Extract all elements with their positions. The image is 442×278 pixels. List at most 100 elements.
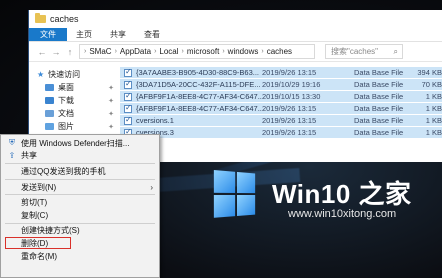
chevron-right-icon: › (154, 48, 157, 55)
nav-item-desktop[interactable]: 桌面 ✦ (29, 81, 120, 94)
documents-folder-icon (45, 110, 54, 117)
file-row[interactable]: cversions.1 2019/9/26 13:15 Data Base Fi… (120, 115, 442, 126)
tab-home[interactable]: 主页 (67, 28, 101, 41)
breadcrumb-microsoft[interactable]: microsoft (187, 47, 219, 56)
menu-item-send-to-phone[interactable]: 通过QQ发送到我的手机 (1, 165, 159, 178)
file-size: 1 KB (425, 104, 442, 113)
up-arrow-icon[interactable]: ↑ (65, 47, 75, 57)
back-arrow-icon[interactable]: ← (37, 47, 47, 57)
pin-icon: ✦ (108, 110, 114, 118)
brand-name: Win10 之家 (272, 179, 412, 209)
pin-icon: ✦ (108, 84, 114, 92)
menu-item-cut[interactable]: 剪切(T) (1, 196, 159, 209)
menu-item-send-to[interactable]: 发送到(N) › (1, 181, 159, 194)
breadcrumb-windows[interactable]: windows (228, 47, 259, 56)
menu-item-delete[interactable]: 删除(D) (1, 237, 159, 250)
menu-item-defender-scan[interactable]: ⛨ 使用 Windows Defender扫描... (1, 137, 159, 150)
menu-item-copy[interactable]: 复制(C) (1, 209, 159, 222)
nav-item-label: 下载 (58, 96, 74, 105)
file-size: 1 KB (425, 128, 442, 137)
checkbox[interactable] (124, 67, 132, 77)
search-input[interactable]: 搜索"caches" ⌕ (325, 44, 403, 59)
file-name: {3A7AABE3-B905-4D30-88C9-B63... (136, 68, 259, 77)
file-row[interactable]: {AFBF9F1A-8EE8-4C77-AF34-C647... 2019/10… (120, 91, 442, 102)
menu-item-rename[interactable]: 重命名(M) (1, 250, 159, 263)
checkbox[interactable] (124, 79, 132, 89)
breadcrumb-smac[interactable]: SMaC (89, 47, 111, 56)
file-size: 394 KB (417, 68, 442, 77)
file-size: 70 KB (421, 80, 442, 89)
menu-item-label: 剪切(T) (21, 198, 48, 208)
window-title: caches (50, 14, 79, 24)
file-row[interactable]: {3A7AABE3-B905-4D30-88C9-B63... 2019/9/2… (120, 67, 442, 78)
nav-item-quick-access[interactable]: ★ 快速访问 (29, 68, 120, 81)
menu-item-label: 共享 (21, 151, 37, 161)
forward-arrow-icon[interactable]: → (51, 47, 61, 57)
search-placeholder: 搜索"caches" (331, 47, 379, 56)
windows-logo-icon (213, 170, 257, 220)
pin-icon: ✦ (108, 123, 114, 131)
breadcrumb-caches[interactable]: caches (267, 47, 292, 56)
nav-item-pictures[interactable]: 图片 ✦ (29, 120, 120, 133)
file-date: 2019/9/26 13:15 (262, 128, 317, 137)
nav-item-label: 文档 (58, 109, 74, 118)
file-size: 1 KB (425, 116, 442, 125)
ribbon-tabs: 文件 主页 共享 查看 (29, 28, 442, 42)
menu-separator (5, 163, 155, 165)
file-name: {AFBF9F1A-8EE8-4C77-AF34-C647... (136, 104, 262, 113)
chevron-right-icon: › (261, 48, 264, 55)
chevron-right-icon: › (114, 48, 117, 55)
nav-item-label: 快速访问 (48, 70, 81, 79)
file-date: 2019/9/26 13:15 (262, 104, 317, 113)
file-name: {AFBF9F1A-8EE8-4C77-AF34-C647... (136, 92, 262, 101)
checkbox[interactable] (124, 103, 132, 113)
breadcrumb-appdata[interactable]: AppData (120, 47, 151, 56)
pin-icon: ✦ (108, 97, 114, 105)
star-icon: ★ (37, 70, 45, 79)
menu-item-label: 使用 Windows Defender扫描... (21, 138, 130, 148)
address-bar[interactable]: › SMaC › AppData › Local › microsoft › w… (79, 44, 315, 59)
file-type: Data Base File (354, 80, 404, 89)
file-type: Data Base File (354, 68, 404, 77)
file-row[interactable]: cversions.3 2019/9/26 13:15 Data Base Fi… (120, 127, 442, 138)
menu-item-label: 创建快捷方式(S) (21, 226, 80, 236)
tab-view[interactable]: 查看 (135, 28, 169, 41)
breadcrumb-local[interactable]: Local (159, 47, 178, 56)
file-date: 2019/9/26 13:15 (262, 68, 317, 77)
menu-separator (5, 178, 155, 180)
menu-separator (5, 222, 155, 224)
file-row[interactable]: {AFBF9F1A-8EE8-4C77-AF34-C647... 2019/9/… (120, 103, 442, 114)
context-menu: ⛨ 使用 Windows Defender扫描... ⇪ 共享 通过QQ发送到我… (0, 134, 160, 278)
address-row: ← → ↑ › SMaC › AppData › Local › microso… (29, 42, 442, 62)
tab-file[interactable]: 文件 (29, 28, 67, 41)
share-icon: ⇪ (8, 151, 16, 161)
file-row[interactable]: {3DA71D5A-20CC-432F-A115-DFE... 2019/10/… (120, 79, 442, 90)
tab-share[interactable]: 共享 (101, 28, 135, 41)
file-type: Data Base File (354, 92, 404, 101)
menu-separator (5, 194, 155, 196)
search-icon[interactable]: ⌕ (394, 47, 398, 57)
highlight-box (5, 237, 71, 250)
file-type: Data Base File (354, 104, 404, 113)
menu-item-create-shortcut[interactable]: 创建快捷方式(S) (1, 225, 159, 238)
file-date: 2019/9/26 13:15 (262, 116, 317, 125)
nav-item-documents[interactable]: 文档 ✦ (29, 107, 120, 120)
file-type: Data Base File (354, 116, 404, 125)
chevron-right-icon: › (150, 182, 153, 192)
chevron-right-icon: › (181, 48, 184, 55)
folder-icon (35, 13, 46, 23)
file-date: 2019/10/29 19:16 (262, 80, 321, 89)
file-list: {3A7AABE3-B905-4D30-88C9-B63... 2019/9/2… (120, 62, 442, 162)
file-type: Data Base File (354, 128, 404, 137)
menu-item-label: 复制(C) (21, 210, 49, 220)
checkbox[interactable] (124, 115, 132, 125)
brand-url: www.win10xitong.com (288, 208, 397, 220)
desktop-folder-icon (45, 84, 54, 91)
nav-item-label: 图片 (58, 122, 74, 131)
download-folder-icon (45, 97, 54, 104)
checkbox[interactable] (124, 91, 132, 101)
file-size: 1 KB (425, 92, 442, 101)
menu-item-share[interactable]: ⇪ 共享 (1, 150, 159, 163)
file-name: {3DA71D5A-20CC-432F-A115-DFE... (136, 80, 261, 89)
nav-item-downloads[interactable]: 下载 ✦ (29, 94, 120, 107)
